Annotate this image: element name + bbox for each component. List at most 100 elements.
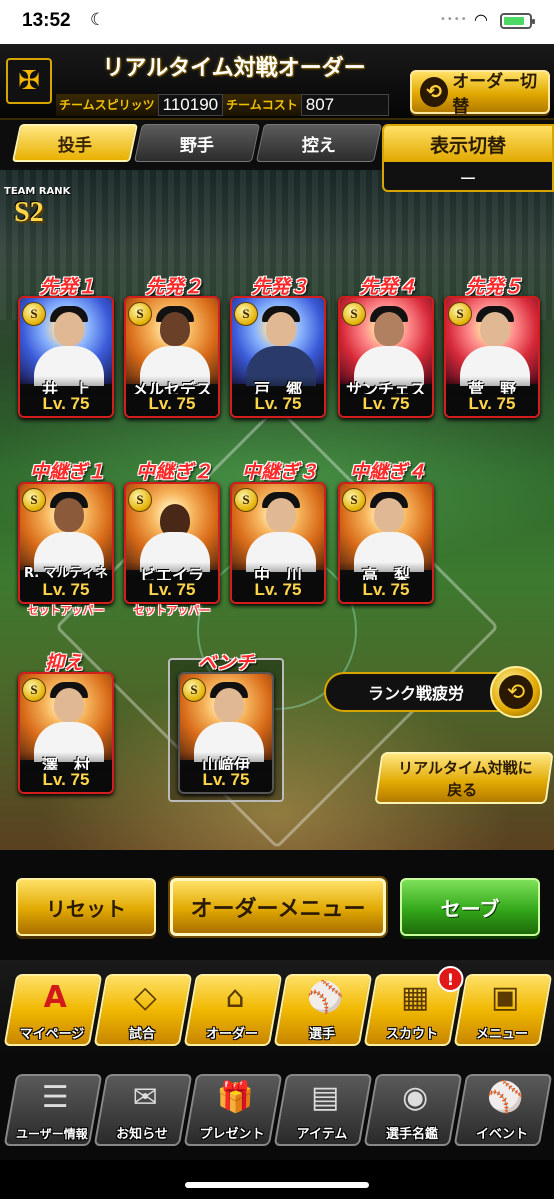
team-rank-value: S2	[14, 197, 44, 228]
team-rank: TEAM RANK S2	[4, 186, 70, 229]
role-tag-setup: セットアッパー	[27, 604, 105, 617]
news-icon: ✉	[132, 1080, 158, 1115]
battery-icon	[500, 13, 535, 29]
back-to-realtime-button[interactable]: リアルタイム対戦に 戻る	[374, 752, 554, 804]
slot-label-reliever-2: 中継ぎ２	[135, 461, 212, 483]
player-card-starter-4[interactable]: S サンチェス Lv. 75	[338, 296, 434, 418]
team-logo-icon[interactable]: ✠	[6, 58, 52, 104]
swap-icon: ⟲	[420, 77, 449, 107]
nav-label: オーダー	[206, 1027, 259, 1042]
player-head	[54, 498, 84, 532]
team-stats: チームスピリッツ 110190 チームコスト 807	[56, 94, 389, 116]
mypage-icon: A	[43, 980, 67, 1015]
grade-badge-icon: S	[234, 488, 258, 512]
tab-pitchers[interactable]: 投手	[11, 124, 139, 162]
player-head	[54, 312, 84, 346]
rank-fatigue-label: ランク戦疲労	[367, 684, 464, 703]
player-card-bench[interactable]: S 山﨑伊 Lv. 75	[178, 672, 274, 794]
grade-badge-icon: S	[22, 678, 46, 702]
wifi-icon: ◠	[474, 10, 488, 29]
display-switch-button[interactable]: 表示切替 ー	[382, 124, 554, 192]
nav-label: 選手	[309, 1027, 336, 1042]
nav-label: プレゼント	[199, 1127, 265, 1142]
page-title: リアルタイム対戦オーダー	[102, 56, 366, 81]
tab-fielders[interactable]: 野手	[133, 124, 261, 162]
player-head	[214, 688, 244, 722]
nav-mypage[interactable]: A マイページ	[3, 974, 103, 1046]
player-level: Lv. 75	[20, 580, 112, 602]
player-level: Lv. 75	[340, 394, 432, 416]
slot-label-starter-3: 先発３	[251, 276, 309, 298]
nav-players[interactable]: ⚾ 選手	[273, 974, 373, 1046]
nav-scout[interactable]: ▦ スカウト !	[363, 966, 464, 1046]
nav-user-info[interactable]: ☰ ユーザー情報	[3, 1074, 103, 1146]
nav-order[interactable]: ⌂ オーダー	[183, 974, 283, 1046]
swap-icon[interactable]: ⟲	[490, 666, 542, 718]
grade-badge-icon: S	[182, 678, 206, 702]
swap-icon-glyph: ⟲	[499, 675, 533, 709]
team-cost-label: チームコスト	[223, 94, 301, 116]
nav-menu[interactable]: ▣ メニュー	[453, 974, 553, 1046]
slot-label-starter-1: 先発１	[39, 276, 97, 298]
player-head	[54, 688, 84, 722]
grade-badge-icon: S	[128, 302, 152, 326]
player-level: Lv. 75	[232, 394, 324, 416]
player-head	[266, 312, 296, 346]
reset-button[interactable]: リセット	[16, 878, 156, 936]
display-switch-label: 表示切替	[384, 126, 552, 162]
player-card-closer[interactable]: S 澤 村 Lv. 75	[18, 672, 114, 794]
nav-news[interactable]: ✉ お知らせ	[93, 1074, 193, 1146]
player-level: Lv. 75	[446, 394, 538, 416]
order-switch-button[interactable]: ⟲ オーダー切替	[410, 70, 550, 117]
nav-player-directory[interactable]: ◉ 選手名鑑	[363, 1074, 463, 1146]
header: ✠ リアルタイム対戦オーダー チームスピリッツ 110190 チームコスト 80…	[0, 44, 554, 120]
nav-label: アイテム	[296, 1127, 348, 1142]
player-card-reliever-2[interactable]: S ビエイラ Lv. 75	[124, 482, 220, 604]
grade-badge-icon: S	[342, 488, 366, 512]
grade-badge-icon: S	[448, 302, 472, 326]
player-card-reliever-4[interactable]: S 高 梨 Lv. 75	[338, 482, 434, 604]
player-head	[266, 498, 296, 532]
tab-reserves[interactable]: 控え	[255, 124, 383, 162]
nav-event[interactable]: ⚾ イベント	[453, 1074, 553, 1146]
nav-items[interactable]: ▤ アイテム	[273, 1074, 373, 1146]
player-card-reliever-3[interactable]: S 中 川 Lv. 75	[230, 482, 326, 604]
status-bar: 13:52 ☾ •••• ◠	[0, 0, 554, 44]
nav-label: ユーザー情報	[15, 1127, 88, 1141]
action-bar: リセット オーダーメニュー セーブ	[0, 850, 554, 960]
nav-present[interactable]: 🎁 プレゼント	[183, 1074, 283, 1146]
order-switch-label: オーダー切替	[452, 72, 538, 117]
player-card-starter-1[interactable]: S 井 上 Lv. 75	[18, 296, 114, 418]
tab-label: 野手	[180, 135, 214, 156]
sub-nav: ☰ ユーザー情報 ✉ お知らせ 🎁 プレゼント ▤ アイテム ◉ 選手名鑑 ⚾ …	[0, 1060, 554, 1160]
team-cost-value: 807	[300, 94, 389, 116]
grade-badge-icon: S	[128, 488, 152, 512]
player-level: Lv. 75	[20, 770, 112, 792]
baseball-icon: ⚾	[486, 1080, 524, 1115]
player-level: Lv. 75	[232, 580, 324, 602]
slot-label-reliever-1: 中継ぎ１	[29, 461, 106, 483]
menu-icon: ▣	[491, 980, 520, 1015]
player-card-reliever-1[interactable]: S R. マルティネス Lv. 75	[18, 482, 114, 604]
team-rank-label: TEAM RANK	[4, 186, 71, 197]
diamond-icon: ⌂	[225, 980, 245, 1015]
home-indicator-bar[interactable]	[185, 1182, 369, 1188]
directory-icon: ◉	[402, 1080, 429, 1115]
home-indicator	[0, 1160, 554, 1199]
save-button[interactable]: セーブ	[400, 878, 540, 936]
main-nav: A マイページ ◇ 試合 ⌂ オーダー ⚾ 選手 ▦ スカウト ! ▣ メニュー	[0, 960, 554, 1060]
nav-game[interactable]: ◇ 試合	[93, 974, 193, 1046]
back-button-line2: 戻る	[447, 781, 478, 799]
nav-label: メニュー	[476, 1027, 529, 1042]
player-card-starter-3[interactable]: S 戸 郷 Lv. 75	[230, 296, 326, 418]
player-card-starter-2[interactable]: S メルセデス Lv. 75	[124, 296, 220, 418]
order-menu-button[interactable]: オーダーメニュー	[170, 878, 386, 936]
player-level: Lv. 75	[340, 580, 432, 602]
user-info-icon: ☰	[41, 1080, 69, 1115]
grade-badge-icon: S	[234, 302, 258, 326]
player-level: Lv. 75	[126, 394, 218, 416]
slot-label-reliever-4: 中継ぎ４	[349, 461, 426, 483]
rank-fatigue-toggle[interactable]: ランク戦疲労 ⟲	[324, 666, 542, 718]
player-card-starter-5[interactable]: S 菅 野 Lv. 75	[444, 296, 540, 418]
player-level: Lv. 75	[180, 770, 272, 792]
